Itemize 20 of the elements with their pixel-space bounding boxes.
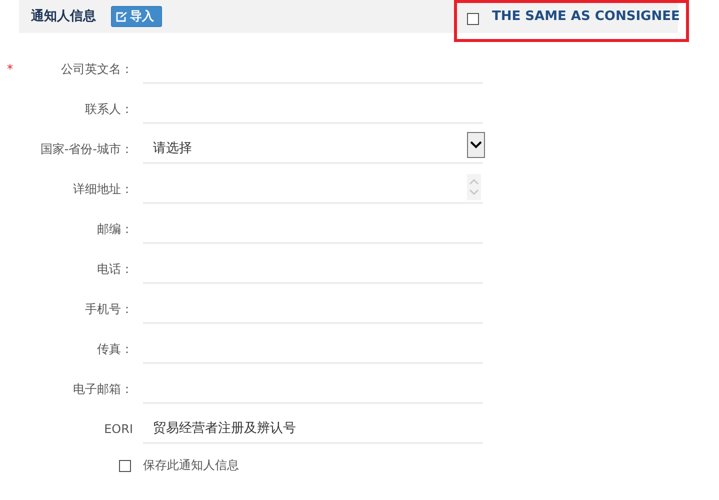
- required-marker: *: [7, 62, 13, 76]
- field-label: 详细地址：: [72, 180, 133, 198]
- save-option-label: 保存此通知人信息: [143, 457, 239, 474]
- field-label: 传真：: [96, 340, 133, 358]
- same-as-consignee-label: THE SAME AS CONSIGNEE: [492, 9, 680, 24]
- field-label: 联系人：: [84, 100, 133, 118]
- field-label: EORI: [103, 422, 133, 436]
- field-label: 电话：: [96, 260, 133, 278]
- select-field[interactable]: 请选择: [143, 134, 483, 164]
- section-title: 通知人信息: [31, 8, 96, 25]
- field-label: 电子邮箱：: [72, 380, 133, 398]
- same-as-consignee-checkbox[interactable]: [467, 13, 479, 25]
- field-label: 国家-省份-城市：: [39, 140, 133, 158]
- field-label: 公司英文名：: [60, 60, 133, 78]
- field-label: 手机号：: [84, 300, 133, 318]
- field-label: 邮编：: [96, 220, 133, 238]
- edit-icon: [116, 12, 127, 22]
- scroll-arrows-icon: [467, 174, 481, 200]
- save-checkbox[interactable]: [119, 460, 131, 472]
- import-button[interactable]: 导入: [111, 6, 162, 27]
